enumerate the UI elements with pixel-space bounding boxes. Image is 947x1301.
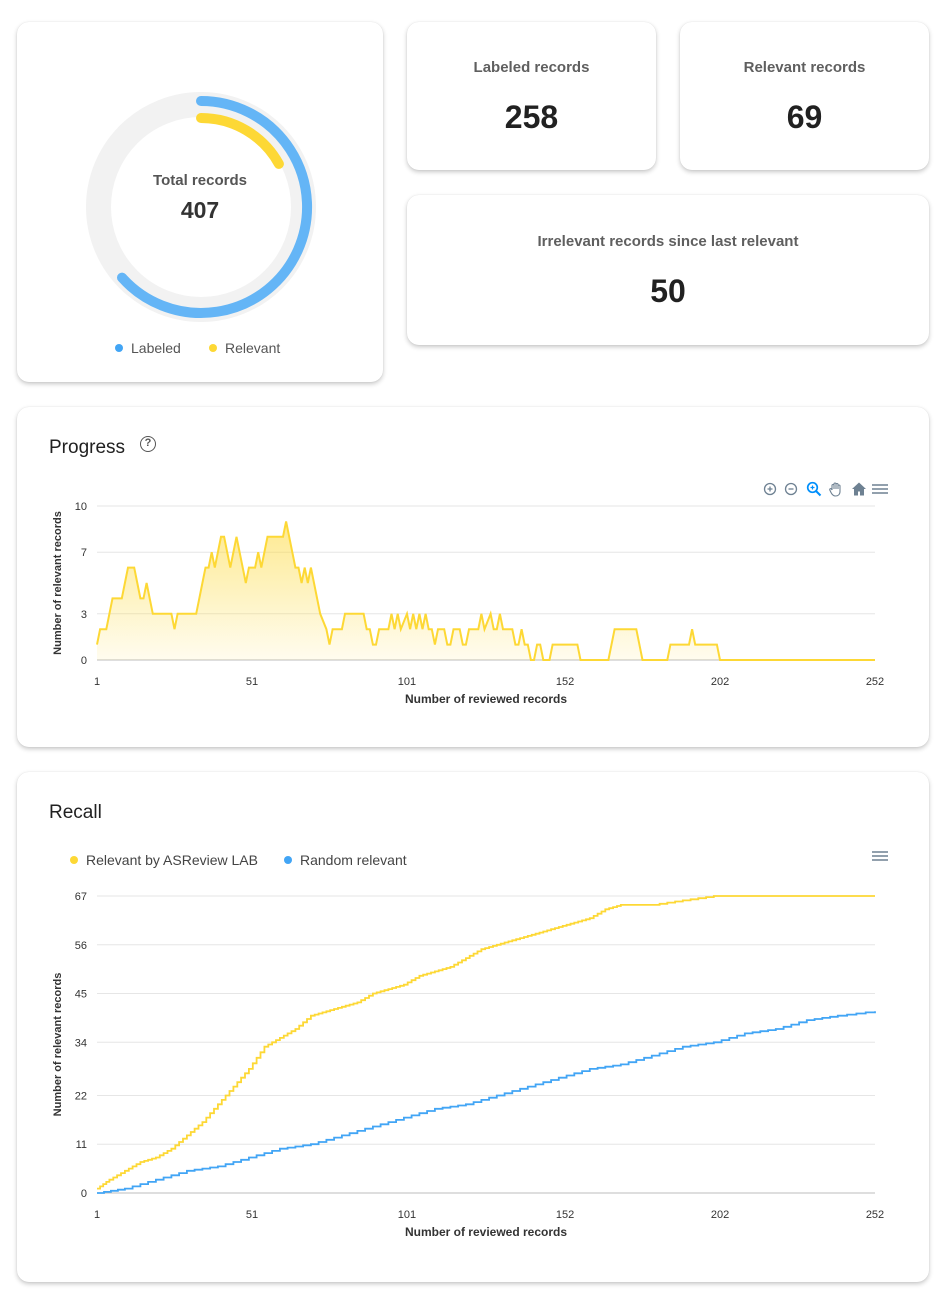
- x-tick-label: 152: [556, 676, 574, 688]
- labeled-records-label: Labeled records: [473, 59, 590, 76]
- x-tick-label: 252: [866, 676, 884, 688]
- y-tick-label: 0: [81, 655, 87, 667]
- legend-random[interactable]: Random relevant: [284, 852, 407, 868]
- labeled-records-value: 258: [504, 99, 559, 135]
- help-circle-icon[interactable]: ?: [140, 436, 156, 452]
- relevant-dot-icon: [209, 344, 217, 352]
- irrelevant-since-relevant-label: Irrelevant records since last relevant: [537, 233, 799, 250]
- y-tick-label: 0: [81, 1188, 87, 1200]
- legend-relevant[interactable]: Relevant: [209, 340, 280, 356]
- x-tick-label: 1: [94, 676, 100, 688]
- x-tick-label: 51: [246, 676, 258, 688]
- progress-area: [97, 521, 875, 660]
- labeled-dot-icon: [115, 344, 123, 352]
- recall-title: Recall: [49, 802, 102, 823]
- y-tick-label: 3: [81, 609, 87, 621]
- legend-labeled[interactable]: Labeled: [115, 340, 181, 356]
- legend-random-label: Random relevant: [300, 852, 407, 868]
- asreview-dot-icon: [70, 856, 78, 864]
- x-axis-label: Number of reviewed records: [405, 1225, 567, 1239]
- progress-title: Progress: [49, 437, 126, 458]
- x-axis-label: Number of reviewed records: [405, 692, 567, 706]
- recall-chart: 0 11 22 34 45 56 67 1 51 101 152 202 252 Number of re…: [52, 891, 884, 1239]
- relevant-records-card: Relevant records 69: [680, 22, 929, 170]
- recall-card: Recall Relevant by ASReview LAB Random r…: [17, 772, 929, 1282]
- x-tick-label: 51: [246, 1209, 258, 1221]
- x-tick-label: 101: [398, 1209, 416, 1221]
- legend-relevant-label: Relevant: [225, 340, 281, 356]
- recall-menu-icon[interactable]: [872, 850, 888, 862]
- y-axis-label: Number of relevant records: [52, 511, 64, 655]
- x-tick-label: 1: [94, 1209, 100, 1221]
- y-tick-label: 34: [75, 1037, 87, 1049]
- x-tick-label: 202: [711, 1209, 729, 1221]
- total-records-label: Total records: [153, 172, 247, 189]
- y-tick-label: 22: [75, 1090, 87, 1102]
- relevant-records-value: 69: [786, 99, 823, 135]
- y-tick-label: 10: [75, 501, 87, 513]
- y-tick-label: 45: [75, 989, 87, 1001]
- total-records-card: Total records 407 Labeled Relevant: [17, 22, 383, 382]
- legend-labeled-label: Labeled: [131, 340, 181, 356]
- legend-asreview-label: Relevant by ASReview LAB: [86, 852, 258, 868]
- x-tick-label: 101: [398, 676, 416, 688]
- irrelevant-since-relevant-value: 50: [650, 273, 686, 309]
- y-tick-label: 7: [81, 547, 87, 559]
- x-tick-label: 202: [711, 676, 729, 688]
- x-tick-label: 152: [556, 1209, 574, 1221]
- irrelevant-since-relevant-card: Irrelevant records since last relevant 5…: [407, 195, 929, 345]
- total-records-value: 407: [180, 197, 220, 223]
- x-tick-label: 252: [866, 1209, 884, 1221]
- y-tick-label: 11: [76, 1139, 87, 1151]
- recall-series-line: [97, 1011, 876, 1194]
- y-axis-label: Number of relevant records: [52, 973, 64, 1117]
- legend-asreview[interactable]: Relevant by ASReview LAB: [70, 852, 258, 868]
- progress-chart: 037101 51 101 152 202 252Number of reviewed r…: [52, 501, 884, 706]
- labeled-records-card: Labeled records 258: [407, 22, 656, 170]
- relevant-records-label: Relevant records: [743, 59, 866, 76]
- y-tick-label: 56: [75, 940, 87, 952]
- y-tick-label: 67: [75, 891, 87, 903]
- random-dot-icon: [284, 856, 292, 864]
- progress-card: Progress ? 0 3 7 10 1 51 101 152 202 252 Number of…: [17, 407, 929, 747]
